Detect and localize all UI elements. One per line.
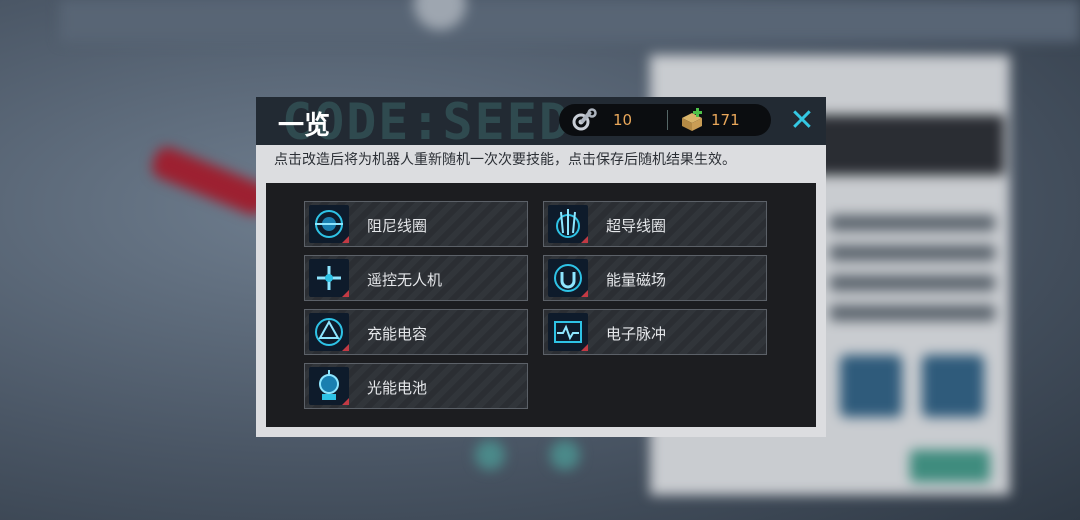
icon-corner-mark xyxy=(581,290,588,297)
skill-item-electronic-pulse[interactable]: 电子脉冲 xyxy=(543,309,767,355)
skill-overview-modal: CODE:SEED 一览 10 171 ✕ 点击改造后将为机器人重新随机一次次要… xyxy=(256,97,826,437)
electronic-pulse-icon xyxy=(548,313,588,351)
superconducting-coil-icon xyxy=(548,205,588,243)
charging-capacitor-icon xyxy=(309,313,349,351)
background-robot-arm xyxy=(148,143,272,219)
modal-title: 一览 xyxy=(278,111,331,141)
background-panel-bar xyxy=(830,215,995,231)
close-button[interactable]: ✕ xyxy=(784,103,820,139)
currency-divider xyxy=(667,110,668,130)
background-panel-bar xyxy=(830,275,995,291)
material-count: 171 xyxy=(711,111,740,129)
background-bottom-icon xyxy=(550,440,580,470)
icon-corner-mark xyxy=(342,236,349,243)
icon-corner-mark xyxy=(342,344,349,351)
skill-item-energy-magnetic-field[interactable]: 能量磁场 xyxy=(543,255,767,301)
solar-battery-icon xyxy=(309,367,349,405)
background-panel-button xyxy=(910,450,990,482)
skill-item-charging-capacitor[interactable]: 充能电容 xyxy=(304,309,528,355)
skill-item-solar-battery[interactable]: 光能电池 xyxy=(304,363,528,409)
icon-corner-mark xyxy=(581,344,588,351)
instruction-text: 点击改造后将为机器人重新随机一次次要技能，点击保存后随机结果生效。 xyxy=(274,152,736,168)
close-icon: ✕ xyxy=(789,103,815,138)
background-top-bar xyxy=(60,0,1080,42)
skill-label: 光能电池 xyxy=(367,379,428,397)
background-bottom-icon xyxy=(475,440,505,470)
icon-corner-mark xyxy=(342,290,349,297)
wrench-gear-icon xyxy=(571,108,597,132)
skill-item-remote-drone[interactable]: 遥控无人机 xyxy=(304,255,528,301)
skill-label: 阻尼线圈 xyxy=(367,217,428,235)
skill-label: 遥控无人机 xyxy=(367,271,443,289)
skill-item-damping-coil[interactable]: 阻尼线圈 xyxy=(304,201,528,247)
icon-corner-mark xyxy=(581,236,588,243)
skill-item-superconducting-coil[interactable]: 超导线圈 xyxy=(543,201,767,247)
background-panel-bar xyxy=(830,305,995,321)
icon-corner-mark xyxy=(342,398,349,405)
damping-coil-icon xyxy=(309,205,349,243)
skill-label: 电子脉冲 xyxy=(606,325,667,343)
currency-display: 10 171 xyxy=(559,104,771,136)
skill-label: 超导线圈 xyxy=(606,217,667,235)
background-panel-tile xyxy=(922,355,984,417)
energy-magnetic-field-icon xyxy=(548,259,588,297)
material-box-plus-icon xyxy=(679,108,705,132)
skill-list: 阻尼线圈 遥控无人机 充能电容 光能电池 超导线圈 能量磁场 电子脉冲 xyxy=(266,183,816,427)
skill-label: 能量磁场 xyxy=(606,271,667,289)
background-panel-bar xyxy=(830,245,995,261)
background-panel-tile xyxy=(840,355,902,417)
parts-count: 10 xyxy=(613,111,633,129)
remote-drone-icon xyxy=(309,259,349,297)
modal-header: CODE:SEED 一览 10 171 xyxy=(256,97,826,145)
skill-label: 充能电容 xyxy=(367,325,428,343)
